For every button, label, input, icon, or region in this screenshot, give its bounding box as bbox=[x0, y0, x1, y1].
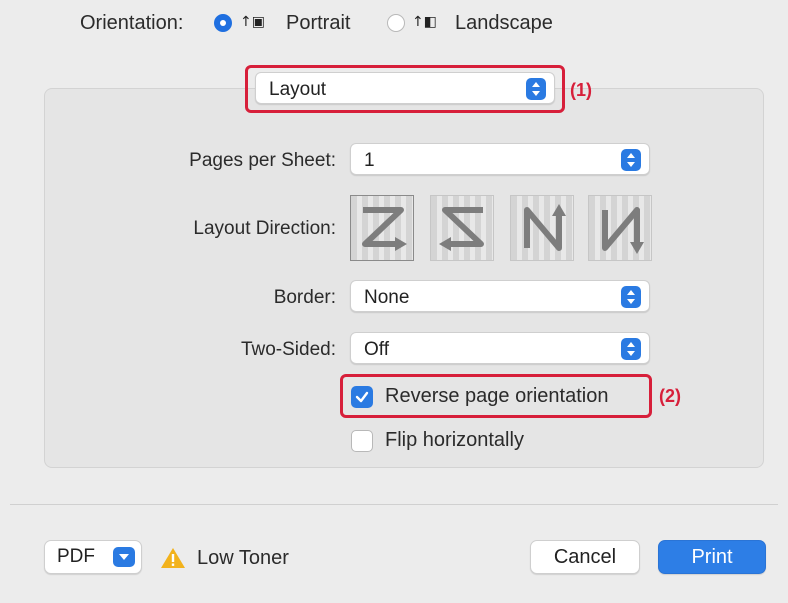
landscape-label[interactable]: Landscape bbox=[455, 12, 553, 35]
pdf-menu-button[interactable]: PDF bbox=[44, 540, 142, 574]
chevron-updown-icon bbox=[621, 286, 641, 308]
chevron-updown-icon bbox=[621, 149, 641, 171]
section-menu-popup[interactable]: Layout bbox=[255, 72, 555, 104]
reverse-page-orientation-checkbox[interactable] bbox=[351, 386, 373, 408]
pdf-label: PDF bbox=[57, 546, 95, 567]
layout-direction-n-reverse[interactable] bbox=[510, 195, 574, 261]
layout-direction-n[interactable] bbox=[588, 195, 652, 261]
border-label: Border: bbox=[273, 287, 336, 308]
landscape-radio[interactable] bbox=[387, 14, 405, 32]
two-sided-label: Two-Sided: bbox=[240, 339, 336, 360]
pages-per-sheet-popup[interactable]: 1 bbox=[350, 143, 650, 175]
section-menu-value: Layout bbox=[269, 79, 327, 100]
portrait-icon: ↑▣ bbox=[240, 14, 265, 30]
callout-2-label: (2) bbox=[659, 386, 681, 406]
footer-divider bbox=[10, 504, 778, 505]
landscape-icon: ↑◧ bbox=[412, 14, 437, 30]
pages-per-sheet-value: 1 bbox=[364, 150, 375, 171]
portrait-label[interactable]: Portrait bbox=[286, 12, 350, 35]
reverse-z-direction-icon bbox=[439, 207, 484, 251]
orientation-label: Orientation: bbox=[80, 12, 184, 34]
reverse-page-orientation-label[interactable]: Reverse page orientation bbox=[385, 385, 608, 408]
n-reverse-direction-icon bbox=[524, 204, 566, 251]
flip-horizontally-checkbox[interactable] bbox=[351, 430, 373, 452]
checkmark-icon bbox=[355, 391, 369, 403]
n-direction-icon bbox=[602, 207, 644, 254]
border-value: None bbox=[364, 287, 410, 308]
chevron-down-icon bbox=[113, 547, 135, 567]
chevron-updown-icon bbox=[621, 338, 641, 360]
layout-direction-reverse-z[interactable] bbox=[430, 195, 494, 261]
layout-direction-z[interactable] bbox=[350, 195, 414, 261]
two-sided-popup[interactable]: Off bbox=[350, 332, 650, 364]
layout-direction-label: Layout Direction: bbox=[193, 218, 336, 239]
pages-per-sheet-label: Pages per Sheet: bbox=[189, 150, 336, 171]
border-popup[interactable]: None bbox=[350, 280, 650, 312]
callout-1-label: (1) bbox=[570, 80, 592, 100]
portrait-radio[interactable] bbox=[214, 14, 232, 32]
warning-icon bbox=[161, 548, 185, 568]
chevron-updown-icon bbox=[526, 78, 546, 100]
z-direction-icon bbox=[362, 207, 407, 251]
low-toner-status: Low Toner bbox=[197, 547, 289, 569]
print-button[interactable]: Print bbox=[658, 540, 766, 574]
flip-horizontally-label[interactable]: Flip horizontally bbox=[385, 429, 524, 452]
two-sided-value: Off bbox=[364, 339, 389, 360]
cancel-button[interactable]: Cancel bbox=[530, 540, 640, 574]
